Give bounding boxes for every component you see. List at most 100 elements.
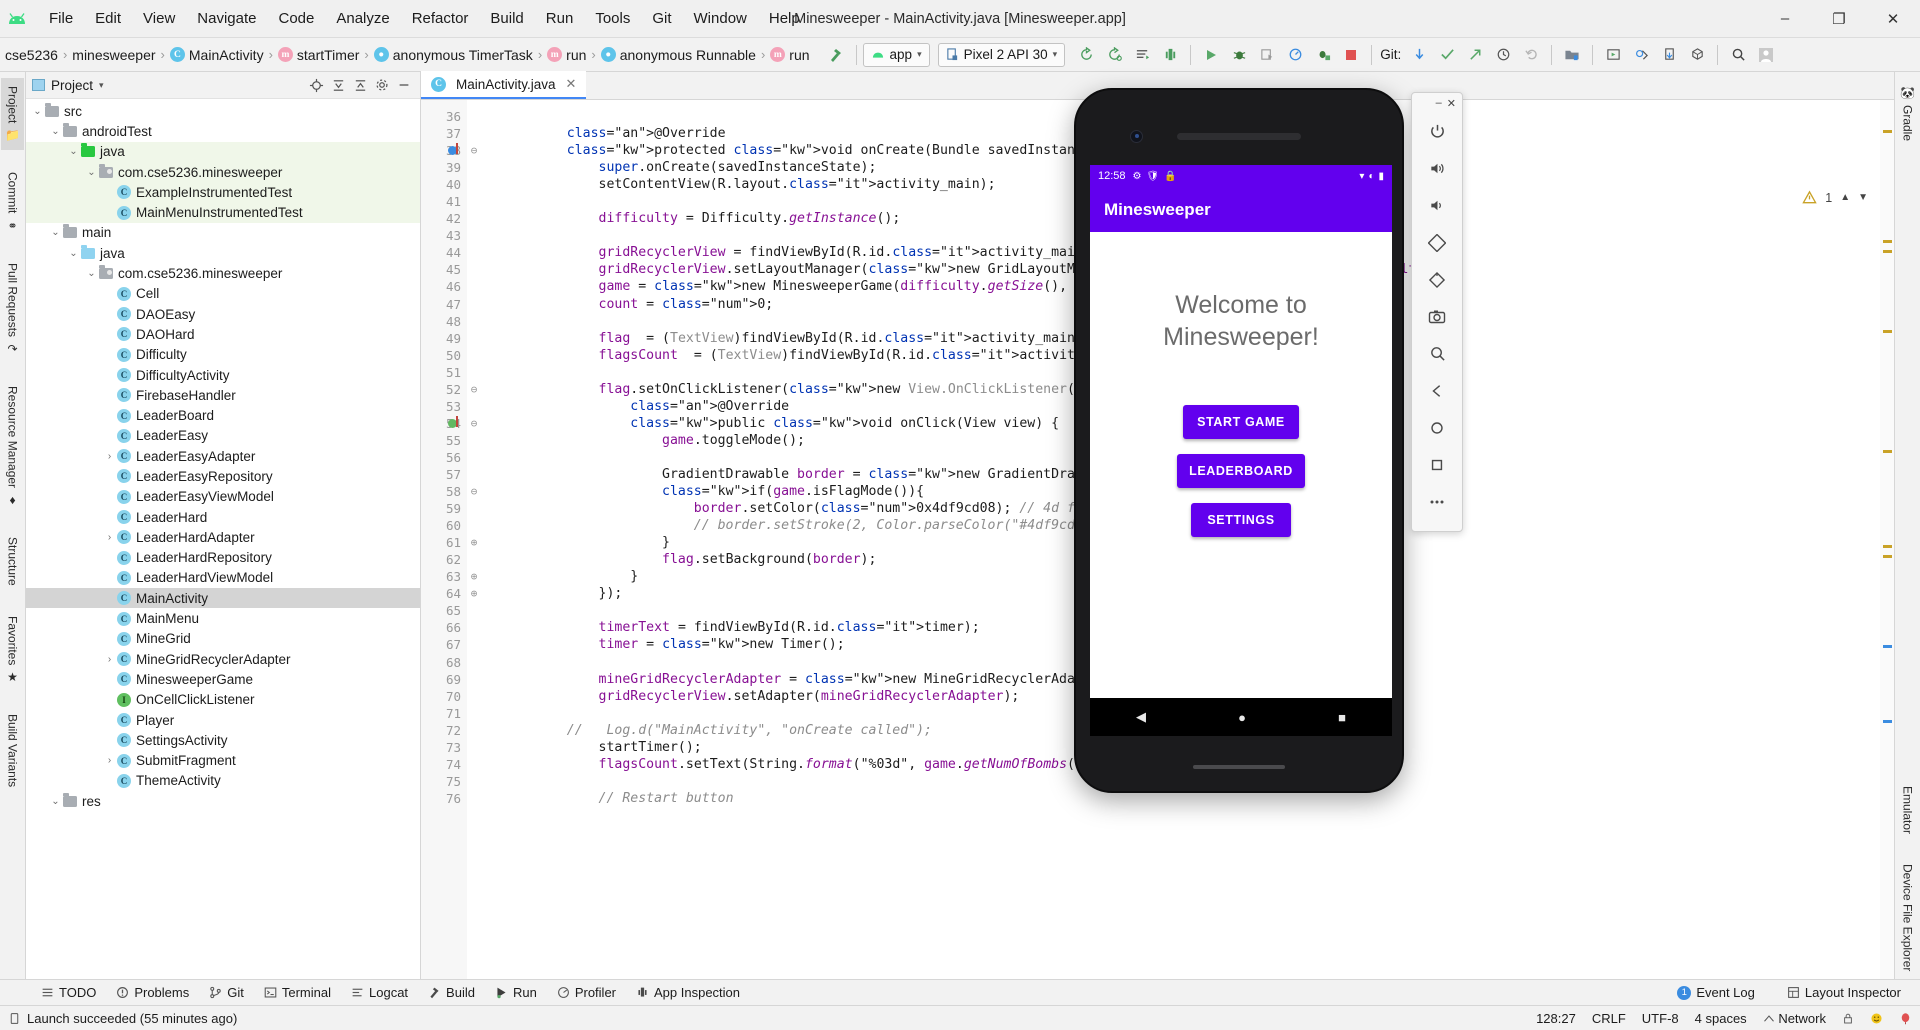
line-separator[interactable]: CRLF [1592, 1011, 1626, 1026]
code-folding-column[interactable]: ⊖ ⊖ ⊖ ⊖ ⊕ ⊕ ⊕ [467, 100, 481, 979]
sidebar-item-project[interactable]: Project 📁 [1, 78, 24, 151]
tree-node[interactable]: C Cell [26, 284, 420, 304]
code-fold-toggle[interactable]: ⊖ [467, 381, 481, 398]
maximize-button[interactable]: ❐ [1812, 0, 1866, 37]
chevron-right-icon[interactable]: › [102, 532, 117, 543]
breadcrumb-item-package[interactable]: minesweeper [69, 45, 158, 65]
home-icon[interactable]: ● [1238, 710, 1246, 725]
menu-navigate[interactable]: Navigate [186, 6, 267, 31]
file-encoding[interactable]: UTF-8 [1642, 1011, 1679, 1026]
line-number[interactable]: 53 [421, 398, 467, 415]
sidebar-item-gradle[interactable]: 🐼 Gradle [1896, 78, 1919, 149]
line-number[interactable]: 70 [421, 688, 467, 705]
line-number[interactable]: 55 [421, 432, 467, 449]
tool-run[interactable]: Run [486, 982, 546, 1003]
sidebar-item-favorites[interactable]: Favorites ★ [2, 608, 24, 692]
sidebar-item-build-variants[interactable]: Build Variants [2, 706, 24, 795]
overview-icon[interactable] [1419, 446, 1455, 483]
tree-node[interactable]: ⌄ java [26, 141, 420, 162]
smiley-icon[interactable] [1870, 1012, 1883, 1025]
tree-node[interactable]: C ThemeActivity [26, 771, 420, 791]
breadcrumb-item-run-1[interactable]: m run [544, 45, 589, 65]
tree-node[interactable]: C ExampleInstrumentedTest [26, 182, 420, 203]
tree-node[interactable]: › C LeaderEasyAdapter [26, 446, 420, 466]
breadcrumb-item-run-2[interactable]: m run [767, 45, 812, 65]
line-number[interactable]: 45 [421, 261, 467, 278]
tool-event-log[interactable]: 1 Event Log [1668, 982, 1764, 1003]
tree-node[interactable]: › C LeaderHardAdapter [26, 527, 420, 547]
line-number[interactable]: 69 [421, 671, 467, 688]
sdk-manager-icon[interactable] [1157, 43, 1183, 67]
chevron-down-icon[interactable]: ⌄ [84, 268, 99, 279]
tree-node[interactable]: › C MineGridRecyclerAdapter [26, 649, 420, 669]
settings-button[interactable]: SETTINGS [1191, 502, 1291, 537]
tool-problems[interactable]: Problems [107, 982, 198, 1003]
chevron-down-icon[interactable]: ⌄ [30, 106, 45, 117]
tool-terminal[interactable]: Terminal [255, 982, 340, 1003]
code-fold-toggle[interactable]: ⊖ [467, 142, 481, 159]
line-number[interactable]: 51 [421, 364, 467, 381]
minimize-button[interactable]: – [1436, 97, 1442, 109]
git-rollback-icon[interactable] [1518, 43, 1544, 67]
user-account-icon[interactable] [1753, 43, 1779, 67]
tree-node[interactable]: C LeaderHardRepository [26, 548, 420, 568]
menu-run[interactable]: Run [535, 6, 585, 31]
menu-help[interactable]: Help [758, 6, 811, 31]
attach-debugger-icon[interactable] [1310, 43, 1336, 67]
inspections-widget[interactable] [1802, 190, 1817, 205]
menu-code[interactable]: Code [267, 6, 325, 31]
rotate-right-icon[interactable] [1419, 261, 1455, 298]
tree-node[interactable]: › C SubmitFragment [26, 751, 420, 771]
line-number[interactable]: 40 [421, 176, 467, 193]
menu-build[interactable]: Build [479, 6, 534, 31]
line-number[interactable]: 38 [421, 142, 467, 159]
start-game-button[interactable]: START GAME [1183, 404, 1299, 439]
sidebar-item-resource-manager[interactable]: Resource Manager ♦ [2, 378, 24, 515]
tree-node[interactable]: C LeaderEasyViewModel [26, 487, 420, 507]
leaderboard-button[interactable]: LEADERBOARD [1177, 453, 1305, 488]
tool-todo[interactable]: TODO [32, 982, 105, 1003]
chevron-down-icon[interactable]: ▼ [1858, 192, 1868, 203]
chevron-down-icon[interactable]: ▾ [99, 80, 104, 91]
sidebar-item-structure[interactable]: Structure [2, 529, 24, 594]
line-number[interactable]: 43 [421, 227, 467, 244]
tree-node[interactable]: ⌄ java [26, 243, 420, 263]
breadcrumb-item-anonymous-runnable[interactable]: ● anonymous Runnable [598, 45, 759, 65]
indent-setting[interactable]: 4 spaces [1695, 1011, 1747, 1026]
run-configuration-selector[interactable]: app ▾ [862, 42, 930, 67]
code-fold-toggle[interactable]: ⊖ [467, 415, 481, 432]
line-number[interactable]: 52 [421, 381, 467, 398]
line-number[interactable]: 36 [421, 108, 467, 125]
tree-node[interactable]: I OnCellClickListener [26, 690, 420, 710]
tree-node[interactable]: C LeaderEasyRepository [26, 466, 420, 486]
chevron-up-icon[interactable]: ▲ [1840, 192, 1850, 203]
code-fold-toggle[interactable]: ⊕ [467, 585, 481, 602]
line-number[interactable]: 42 [421, 210, 467, 227]
lock-icon[interactable] [1842, 1012, 1854, 1025]
line-number-gutter[interactable]: 3637383940414243444546474849505152535455… [421, 100, 467, 979]
git-push-icon[interactable] [1462, 43, 1488, 67]
recents-icon[interactable]: ■ [1338, 710, 1346, 725]
tree-node[interactable]: C LeaderHard [26, 507, 420, 527]
sidebar-item-emulator[interactable]: Emulator [1897, 778, 1919, 842]
tab-mainactivity-java[interactable]: C MainActivity.java ✕ [421, 71, 587, 99]
tool-git[interactable]: Git [200, 982, 253, 1003]
tree-node[interactable]: C MainMenu [26, 608, 420, 628]
line-number[interactable]: 57 [421, 466, 467, 483]
device-manager-icon[interactable] [1559, 43, 1585, 67]
minimize-button[interactable]: – [1758, 0, 1812, 37]
menu-refactor[interactable]: Refactor [401, 6, 480, 31]
tree-node[interactable]: C Player [26, 710, 420, 730]
tool-layout-inspector[interactable]: Layout Inspector [1778, 982, 1910, 1003]
expand-all-icon[interactable] [350, 75, 370, 95]
sidebar-item-device-file-explorer[interactable]: Device File Explorer [1897, 856, 1919, 979]
line-number[interactable]: 73 [421, 739, 467, 756]
line-number[interactable]: 56 [421, 449, 467, 466]
line-number[interactable]: 44 [421, 244, 467, 261]
tree-node[interactable]: C MineGrid [26, 629, 420, 649]
close-button[interactable]: ✕ [1447, 97, 1456, 110]
tree-node[interactable]: C DifficultyActivity [26, 365, 420, 385]
git-update-icon[interactable] [1406, 43, 1432, 67]
tree-node[interactable]: ⌄ com.cse5236.minesweeper [26, 161, 420, 183]
line-number[interactable]: 49 [421, 330, 467, 347]
